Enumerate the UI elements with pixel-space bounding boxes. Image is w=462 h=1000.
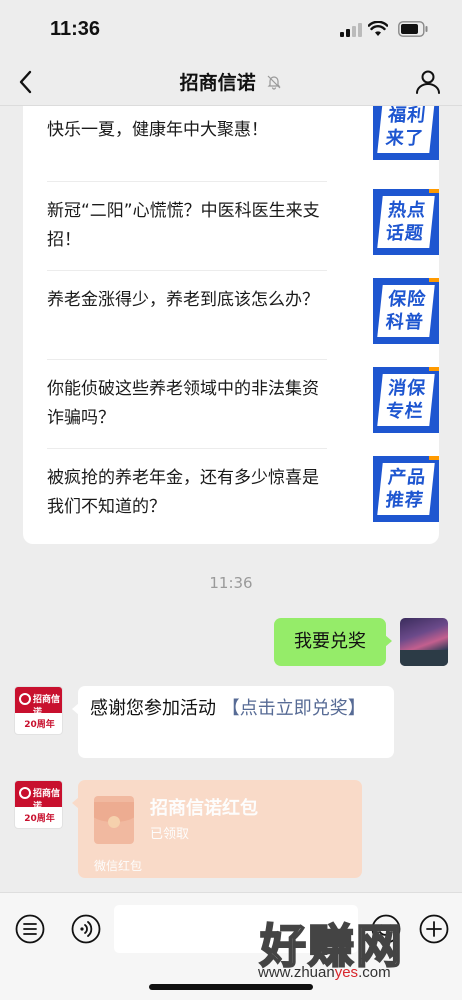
chat-timestamp: 11:36 <box>209 574 253 592</box>
chat-title-text: 招商信诺 <box>179 72 256 94</box>
article-title: 被疯抢的养老年金，还有多少惊喜是我们不知道的？ <box>47 468 319 517</box>
article-title: 快乐一夏，健康年中大聚惠！ <box>47 120 268 140</box>
watermark-url: www.zhuanyes.com <box>258 964 391 981</box>
article-item[interactable]: 快乐一夏，健康年中大聚惠！ 福利 来了 <box>47 106 439 182</box>
article-item[interactable]: 新冠“二阳”心慌慌？中医科医生来支招！ 热点 话题 <box>47 183 439 271</box>
article-thumbnail: 热点 话题 <box>373 189 439 255</box>
article-item[interactable]: 你能侦破这些养老领域中的非法集资诈骗吗？ 消保 专栏 <box>47 361 439 449</box>
article-thumbnail: 消保 专栏 <box>373 367 439 433</box>
article-title: 新冠“二阳”心慌慌？中医科医生来支招！ <box>47 201 320 250</box>
my-avatar[interactable] <box>400 618 448 666</box>
article-thumbnail: 福利 来了 <box>373 106 439 160</box>
brand-avatar[interactable]: 招商信诺 20周年 <box>14 686 63 735</box>
wifi-icon <box>368 21 388 36</box>
status-bar: 11:36 <box>0 0 462 58</box>
outgoing-message-bubble[interactable]: 我要兑奖 <box>274 618 392 666</box>
article-thumbnail: 保险 科普 <box>373 278 439 344</box>
status-time: 11:36 <box>50 18 101 40</box>
chat-title: 招商信诺 <box>0 68 462 95</box>
voice-icon[interactable] <box>70 913 102 945</box>
incoming-message-bubble: 感谢您参加活动 【点击立即兑奖】 <box>72 686 394 758</box>
red-packet-icon <box>94 796 134 844</box>
home-indicator <box>149 984 313 990</box>
cellular-signal-icon <box>340 23 362 37</box>
site-watermark: 好赚网 www.zhuanyes.com <box>254 910 454 988</box>
battery-icon <box>398 21 428 37</box>
red-packet-status: 已领取 <box>150 827 190 842</box>
redeem-link[interactable]: 【点击立即兑奖】 <box>222 698 366 719</box>
article-item[interactable]: 被疯抢的养老年金，还有多少惊喜是我们不知道的？ 产品 推荐 <box>47 450 439 538</box>
article-title: 你能侦破这些养老领域中的非法集资诈骗吗？ <box>47 379 319 428</box>
article-item[interactable]: 养老金涨得少，养老到底该怎么办？ 保险 科普 <box>47 272 439 360</box>
menu-list-icon[interactable] <box>14 913 46 945</box>
article-thumbnail: 产品 推荐 <box>373 456 439 522</box>
red-packet-footer: 微信红包 <box>94 859 143 873</box>
brand-avatar[interactable]: 招商信诺 20周年 <box>14 780 63 829</box>
message-text: 感谢您参加活动 <box>90 698 216 719</box>
profile-icon[interactable] <box>414 68 442 96</box>
red-packet-title: 招商信诺红包 <box>150 798 258 819</box>
mute-bell-icon <box>267 75 281 90</box>
article-list-card: 快乐一夏，健康年中大聚惠！ 福利 来了 新冠“二阳”心慌慌？中医科医生来支招！ 热… <box>23 106 439 544</box>
article-title: 养老金涨得少，养老到底该怎么办？ <box>47 290 319 310</box>
red-packet-card[interactable]: 招商信诺红包 已领取 微信红包 <box>72 780 362 878</box>
nav-bar: 招商信诺 <box>0 58 462 106</box>
